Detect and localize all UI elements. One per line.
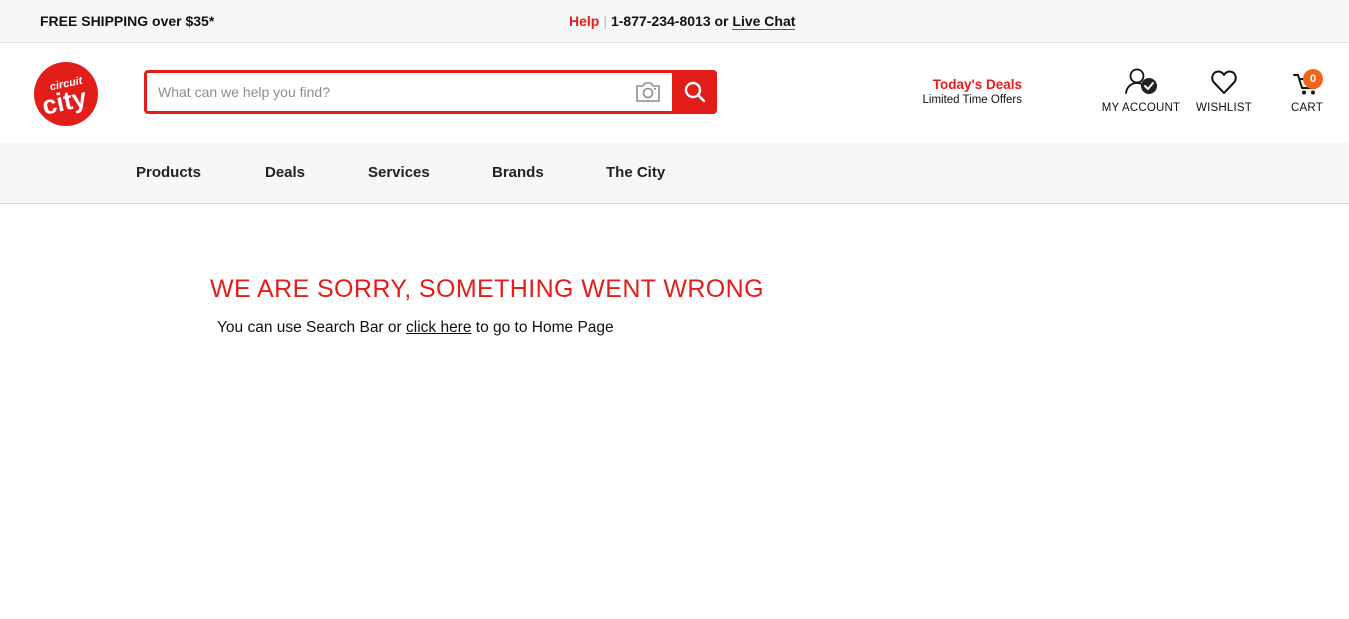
home-page-link[interactable]: click here [406,319,471,336]
nav-item-brands[interactable]: Brands [492,164,544,181]
error-text-after: to go to Home Page [471,319,614,336]
error-message: You can use Search Bar or click here to … [217,319,614,337]
search-bar [144,70,717,114]
free-shipping-text: FREE SHIPPING over $35* [40,13,215,29]
site-header: circuit city Today's Deals Limited Time … [0,43,1349,143]
todays-deals-link[interactable]: Today's Deals Limited Time Offers [914,77,1023,106]
error-title: WE ARE SORRY, SOMETHING WENT WRONG [210,275,764,303]
error-text-before: You can use Search Bar or [217,319,406,336]
deals-title: Today's Deals [932,77,1022,92]
circuit-city-logo[interactable]: circuit city [32,60,100,128]
cart-button[interactable]: 0 CART [1283,67,1331,114]
wishlist-button[interactable]: WISHLIST [1194,67,1254,114]
nav-item-deals[interactable]: Deals [265,164,305,181]
main-nav: Products Deals Services Brands The City [0,143,1349,204]
search-icon [684,81,706,103]
deals-subtitle: Limited Time Offers [922,94,1023,106]
cart-label: CART [1291,102,1323,114]
cart-count-badge: 0 [1303,69,1323,89]
nav-item-products[interactable]: Products [136,164,201,181]
my-account-button[interactable]: MY ACCOUNT [1100,67,1182,114]
search-button[interactable] [672,70,717,114]
help-link[interactable]: Help [569,13,599,29]
nav-item-the-city[interactable]: The City [606,164,665,181]
separator: | [603,13,607,29]
wishlist-label: WISHLIST [1196,102,1252,114]
live-chat-link[interactable]: Live Chat [732,13,796,30]
account-label: MY ACCOUNT [1101,102,1181,114]
account-icon [1125,68,1157,94]
heart-icon [1211,70,1237,94]
top-bar: FREE SHIPPING over $35* Help | 1-877-234-8… [0,0,1349,43]
camera-icon[interactable] [635,81,661,103]
search-input[interactable] [147,73,627,111]
nav-item-services[interactable]: Services [368,164,430,181]
phone-text: 1-877-234-8013 or [610,13,729,29]
help-line: Help | 1-877-234-8013 or Live Chat [569,13,796,30]
